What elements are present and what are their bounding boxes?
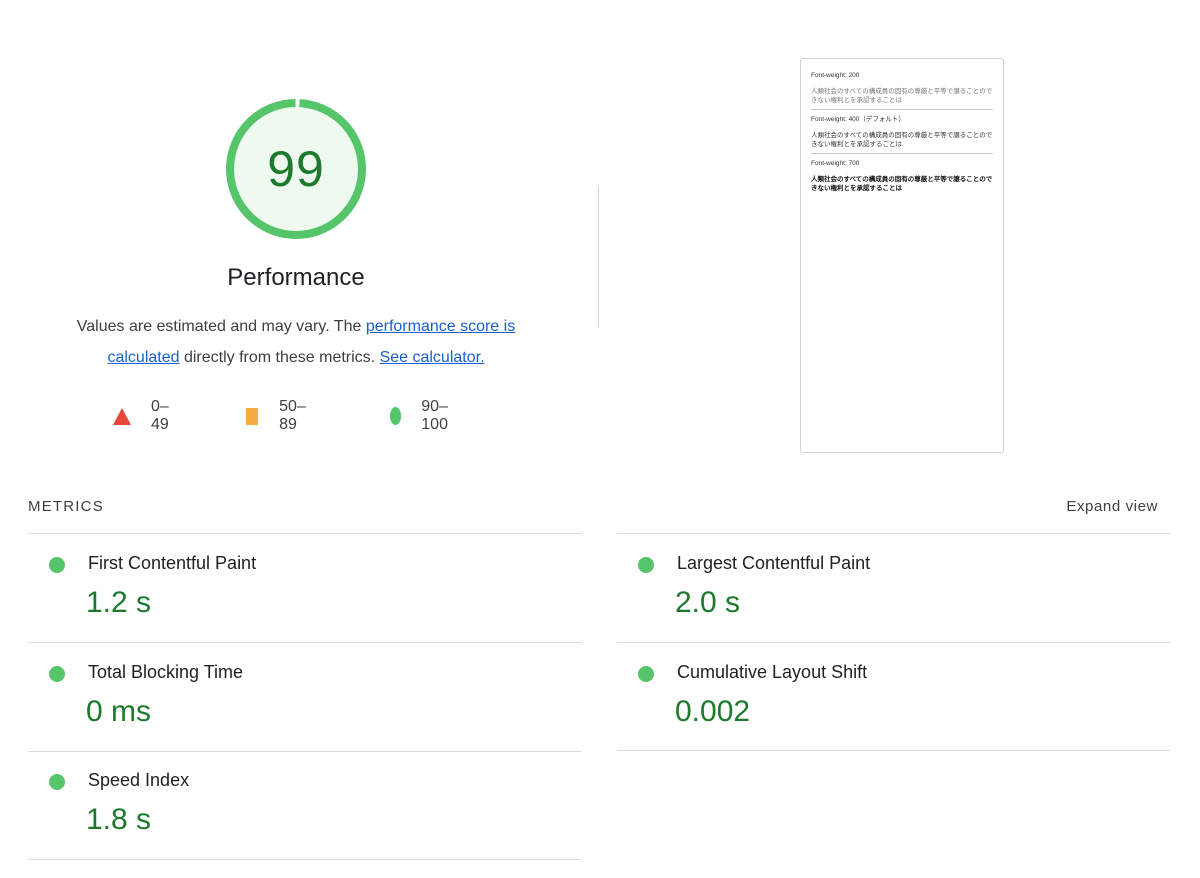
metric-name: Speed Index bbox=[88, 770, 190, 790]
thumbnail-section-text: 人類社会のすべての構成員の固有の尊厳と平等で譲ることのできない権利とを承認するこ… bbox=[811, 132, 993, 148]
metric-value: 0 ms bbox=[86, 695, 152, 728]
performance-score-gauge: 99 bbox=[224, 97, 368, 241]
thumbnail-section-label: Font-weight: 200 bbox=[811, 72, 860, 79]
score-value: 99 bbox=[267, 141, 325, 197]
description-text-2: directly from these metrics. bbox=[179, 349, 380, 366]
score-description: Values are estimated and may vary. The p… bbox=[46, 311, 546, 373]
metric-divider bbox=[28, 859, 581, 860]
metric-value: 1.2 s bbox=[86, 586, 152, 619]
legend-label: 90–100 bbox=[421, 398, 448, 433]
thumbnail-section: Font-weight: 200 人類社会のすべての構成員の固有の尊厳と平等で譲… bbox=[811, 71, 993, 110]
metric-value: 1.8 s bbox=[86, 803, 152, 836]
legend-label: 50–89 bbox=[279, 398, 306, 433]
metrics-heading: METRICS bbox=[28, 498, 104, 515]
thumbnail-section-text: 人類社会のすべての構成員の固有の尊厳と平等で譲ることのできない権利とを承認するこ… bbox=[811, 88, 993, 104]
thumbnail-section-label: Font-weight: 400（デフォルト） bbox=[811, 116, 905, 123]
pass-circle-icon bbox=[49, 666, 65, 682]
metric-largest-contentful-paint: Largest Contentful Paint 2.0 s bbox=[617, 534, 1157, 642]
thumbnail-section: Font-weight: 400（デフォルト） 人類社会のすべての構成員の固有の… bbox=[811, 115, 993, 154]
metric-value: 0.002 bbox=[675, 695, 751, 728]
vertical-divider bbox=[598, 186, 599, 328]
metric-name: Total Blocking Time bbox=[88, 662, 244, 682]
thumbnail-section: Font-weight: 700 人類社会のすべての構成員の固有の尊厳と平等で譲… bbox=[811, 159, 993, 197]
thumbnail-section-label: Font-weight: 700 bbox=[811, 160, 860, 167]
thumbnail-section-text: 人類社会のすべての構成員の固有の尊厳と平等で譲ることのできない権利とを承認するこ… bbox=[811, 176, 993, 192]
final-screenshot-thumbnail[interactable]: Font-weight: 200 人類社会のすべての構成員の固有の尊厳と平等で譲… bbox=[800, 58, 1004, 453]
metric-cumulative-layout-shift: Cumulative Layout Shift 0.002 bbox=[617, 643, 1157, 751]
metric-name: Cumulative Layout Shift bbox=[677, 662, 868, 682]
square-icon bbox=[246, 407, 259, 425]
metric-speed-index: Speed Index 1.8 s bbox=[28, 751, 568, 859]
legend-label: 0–49 bbox=[151, 398, 169, 433]
see-calculator-link[interactable]: See calculator. bbox=[380, 349, 485, 366]
pass-circle-icon bbox=[638, 666, 654, 682]
triangle-icon bbox=[113, 407, 131, 425]
legend-item-pass: 90–100 bbox=[390, 398, 455, 434]
metric-name: First Contentful Paint bbox=[88, 553, 257, 573]
metric-first-contentful-paint: First Contentful Paint 1.2 s bbox=[28, 534, 568, 642]
category-title: Performance bbox=[227, 264, 365, 291]
circle-icon bbox=[390, 407, 402, 425]
description-text-1: Values are estimated and may vary. The bbox=[76, 318, 366, 335]
legend-item-fail: 0–49 bbox=[113, 398, 169, 434]
expand-view-toggle[interactable]: Expand view bbox=[1066, 498, 1158, 515]
pass-circle-icon bbox=[638, 557, 654, 573]
metric-value: 2.0 s bbox=[675, 586, 741, 619]
metric-name: Largest Contentful Paint bbox=[677, 553, 871, 573]
pass-circle-icon bbox=[49, 557, 65, 573]
pass-circle-icon bbox=[49, 774, 65, 790]
legend-item-average: 50–89 bbox=[246, 398, 311, 434]
metric-total-blocking-time: Total Blocking Time 0 ms bbox=[28, 643, 568, 751]
